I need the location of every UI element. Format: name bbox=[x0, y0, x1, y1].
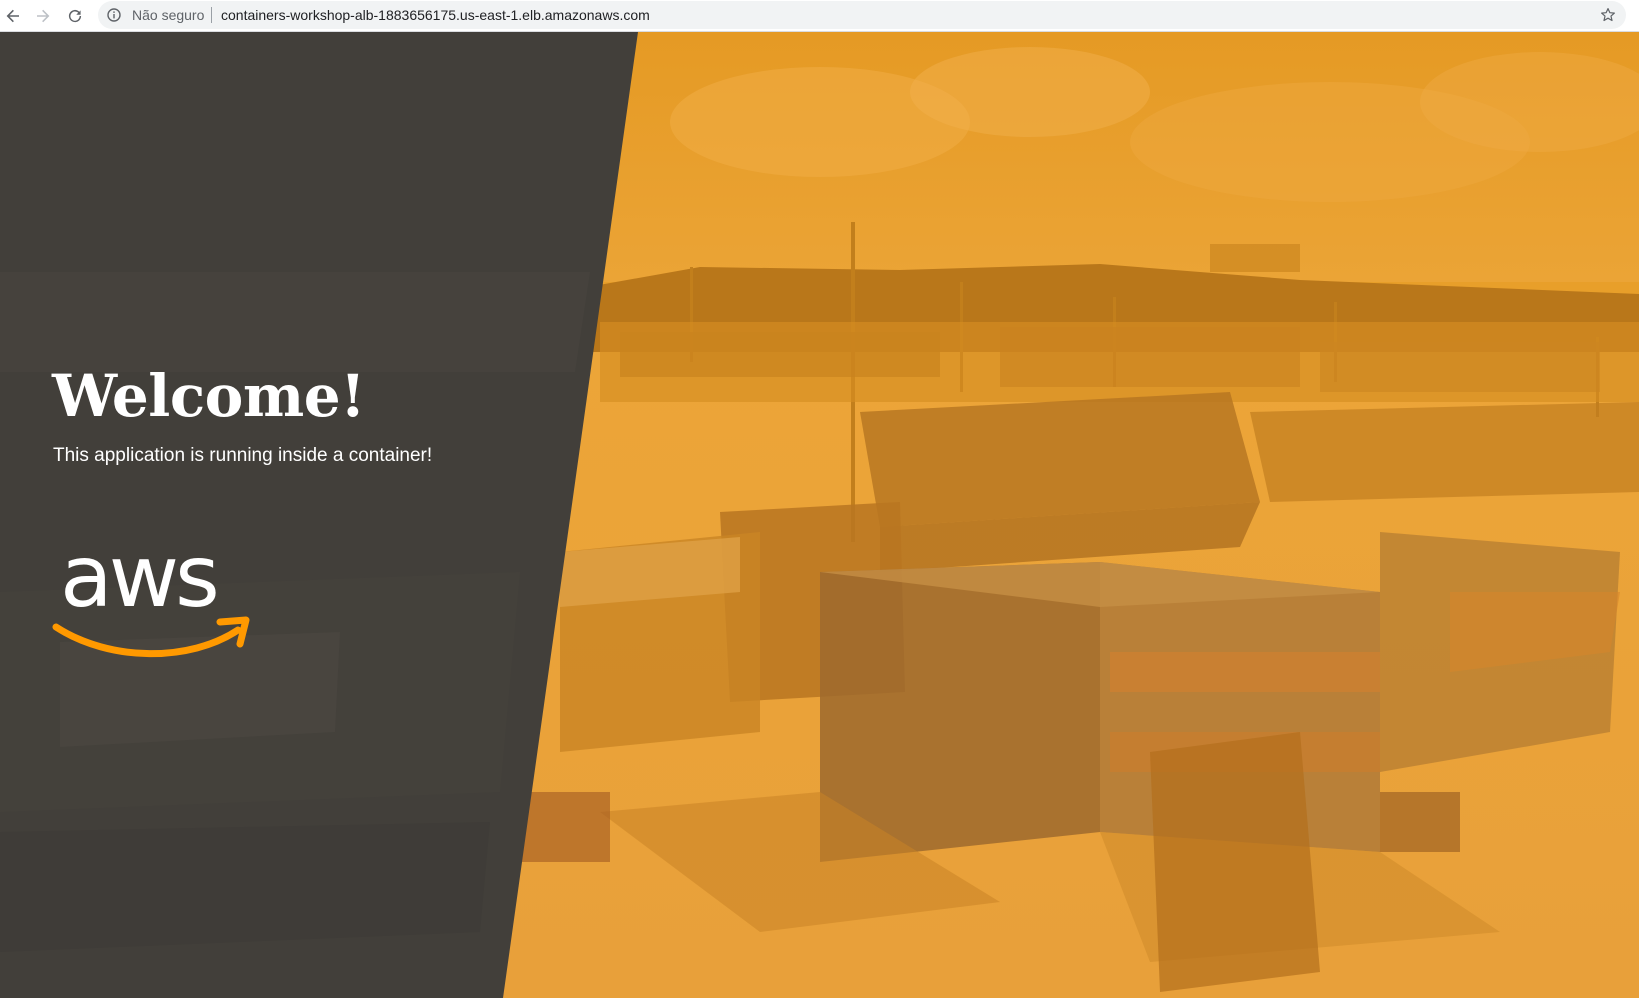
welcome-subtitle: This application is running inside a con… bbox=[53, 445, 433, 466]
star-icon[interactable] bbox=[1600, 7, 1616, 23]
back-button[interactable] bbox=[0, 3, 26, 29]
omnibox-divider bbox=[211, 7, 212, 23]
forward-button[interactable] bbox=[30, 3, 56, 29]
reload-icon bbox=[68, 9, 82, 23]
welcome-panel-background bbox=[0, 32, 638, 998]
address-bar[interactable]: Não seguro containers-workshop-alb-18836… bbox=[98, 1, 1626, 29]
info-icon[interactable] bbox=[107, 8, 121, 22]
arrow-left-icon bbox=[6, 9, 19, 23]
reload-button[interactable] bbox=[62, 3, 88, 29]
aws-logo-wordmark: aws bbox=[60, 530, 216, 627]
welcome-heading: Welcome! bbox=[52, 362, 366, 430]
page-content: Welcome! This application is running ins… bbox=[0, 32, 1639, 998]
aws-logo-icon: aws bbox=[52, 530, 250, 658]
browser-window: Não seguro containers-workshop-alb-18836… bbox=[0, 0, 1639, 998]
browser-toolbar: Não seguro containers-workshop-alb-18836… bbox=[0, 0, 1639, 32]
arrow-right-icon bbox=[37, 9, 50, 23]
security-status-label[interactable]: Não seguro bbox=[132, 7, 204, 23]
url-text[interactable]: containers-workshop-alb-1883656175.us-ea… bbox=[221, 7, 650, 23]
